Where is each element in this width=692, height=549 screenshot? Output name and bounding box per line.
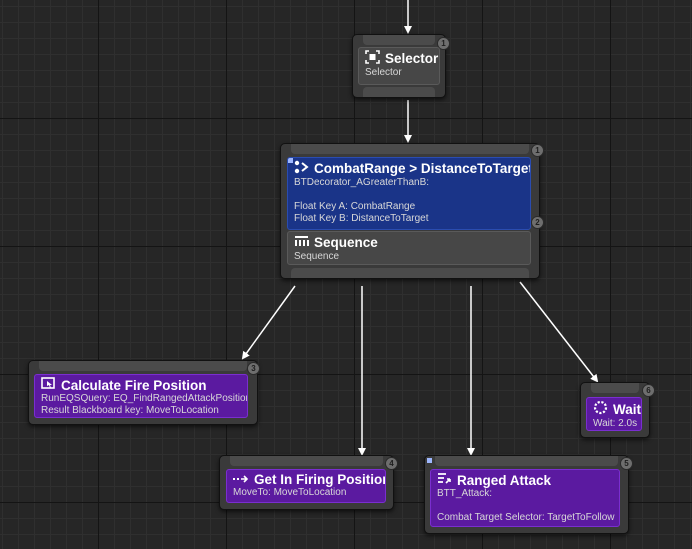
node-title: Get In Firing Position	[233, 472, 385, 487]
node-title: Ranged Attack	[437, 472, 613, 488]
execution-index-badge: 3	[247, 362, 260, 375]
ranged-attack-node[interactable]: 5 Ranged Attack BTT_Attack: Combat Targe…	[424, 455, 633, 534]
decorator-class: BTDecorator_AGreaterThanB:	[294, 177, 430, 188]
node-title: Wait	[593, 400, 641, 418]
task-detail: Wait: 2.0s	[593, 418, 638, 429]
decorator-key-b: Float Key B: DistanceToTarget	[294, 213, 429, 224]
node-subtitle: Selector	[365, 67, 402, 78]
task-body[interactable]: Calculate Fire Position RunEQSQuery: EQ_…	[34, 374, 248, 418]
decorator-index-badge: 2	[531, 216, 544, 229]
task-body[interactable]: Get In Firing Position MoveTo: MoveToLoc…	[226, 469, 386, 503]
calculate-fire-position-node[interactable]: 3 Calculate Fire Position RunEQSQuery: E…	[28, 360, 260, 425]
selector-icon	[365, 50, 380, 67]
get-in-firing-position-node[interactable]: 4 Get In Firing Position MoveTo: MoveToL…	[219, 455, 398, 510]
decorator-key-a: Float Key A: CombatRange	[294, 201, 416, 212]
task-icon	[437, 472, 452, 488]
task-body[interactable]: Ranged Attack BTT_Attack: Combat Target …	[430, 469, 620, 527]
input-pin[interactable]	[363, 35, 435, 45]
sequence-body[interactable]: Sequence Sequence	[287, 231, 531, 265]
node-title: Selector	[365, 50, 438, 67]
wire-sequence-to-wait	[519, 281, 599, 383]
input-pin[interactable]	[39, 361, 247, 371]
decorator-combat-range[interactable]: CombatRange > DistanceToTarget BTDecorat…	[287, 157, 531, 230]
task-detail: MoveTo: MoveToLocation	[233, 487, 347, 498]
input-pin[interactable]	[230, 456, 383, 466]
input-pin[interactable]	[435, 456, 618, 466]
input-pin[interactable]	[291, 144, 529, 154]
selector-node[interactable]: 1 Selector Selector	[352, 34, 450, 98]
decorator-title: CombatRange > DistanceToTarget	[294, 160, 530, 177]
task-detail-2: Result Blackboard key: MoveToLocation	[41, 405, 219, 416]
selector-body[interactable]: Selector Selector	[358, 47, 440, 85]
sequence-icon	[294, 234, 309, 251]
decorator-icon	[294, 160, 309, 177]
decorator-marker	[288, 158, 293, 163]
wait-icon	[593, 400, 608, 418]
execution-index-badge: 5	[620, 457, 633, 470]
task-detail-2: Combat Target Selector: TargetToFollow	[437, 512, 615, 523]
node-title: Sequence	[294, 234, 524, 251]
task-detail-1: RunEQSQuery: EQ_FindRangedAttackPosition	[41, 393, 248, 404]
moveto-icon	[233, 472, 249, 487]
breakpoint-marker	[427, 458, 432, 463]
node-subtitle: Sequence	[294, 251, 340, 262]
wire-sequence-to-calc	[241, 285, 296, 360]
execution-index-badge: 6	[642, 384, 655, 397]
input-pin[interactable]	[591, 383, 639, 393]
output-pin[interactable]	[363, 87, 435, 97]
execution-index-badge: 4	[385, 457, 398, 470]
eqs-icon	[41, 377, 56, 393]
output-pin[interactable]	[291, 268, 529, 278]
execution-index-badge: 1	[531, 144, 544, 157]
sequence-node[interactable]: 1 CombatRange > DistanceToTarget BTDecor…	[280, 143, 544, 279]
wait-node[interactable]: 6 Wait Wait: 2.0s	[580, 382, 655, 438]
task-body[interactable]: Wait Wait: 2.0s	[586, 397, 642, 431]
node-title: Calculate Fire Position	[41, 377, 241, 393]
task-detail-1: BTT_Attack:	[437, 488, 493, 499]
